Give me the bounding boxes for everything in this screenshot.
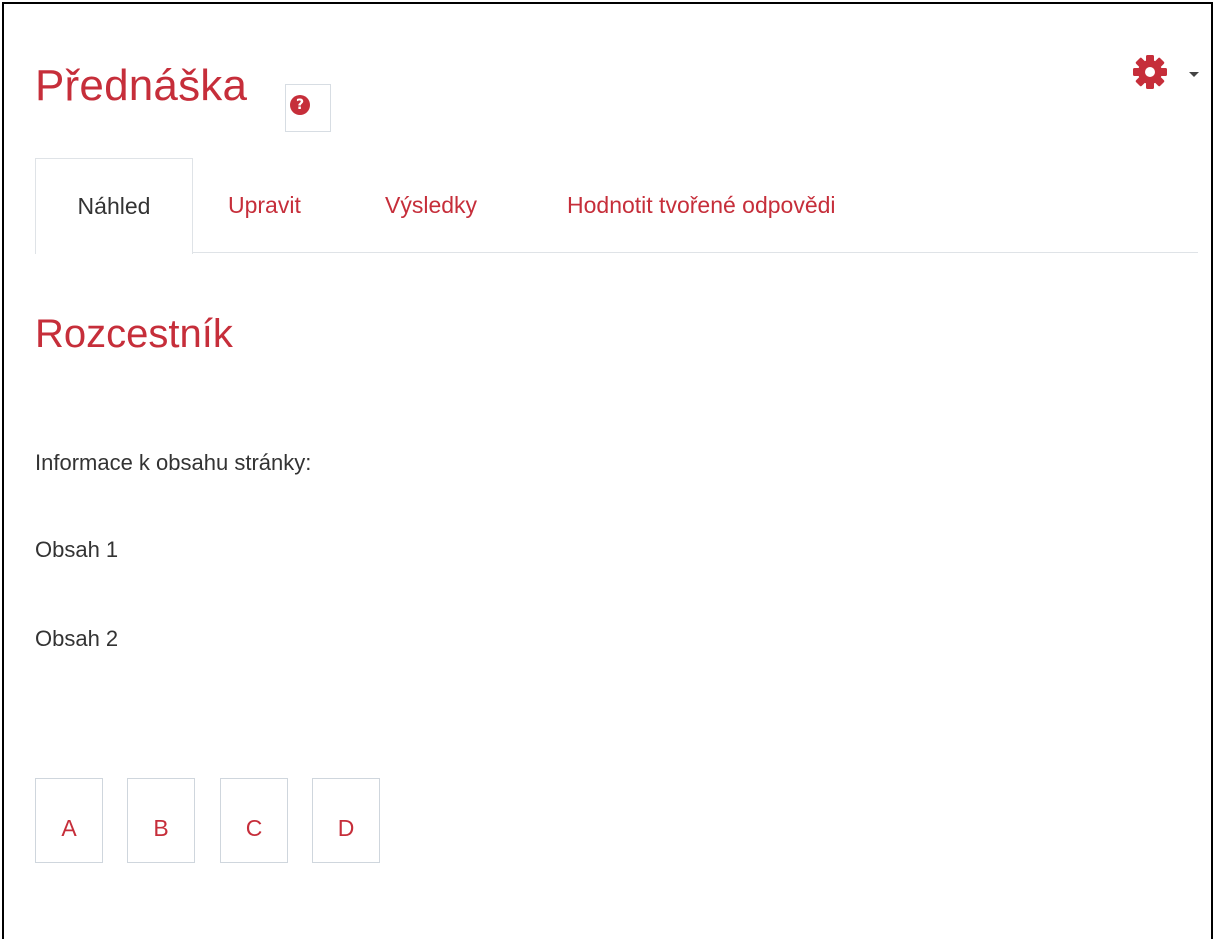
tab-hodnotit-tvorene-odpovedi[interactable]: Hodnotit tvořené odpovědi	[567, 158, 836, 253]
tab-vysledky[interactable]: Výsledky	[385, 158, 477, 253]
content-item-1: Obsah 1	[35, 537, 119, 562]
chevron-down-icon[interactable]	[1189, 72, 1199, 77]
tab-bar: Náhled Upravit Výsledky Hodnotit tvořené…	[35, 158, 1198, 255]
content-intro-text: Informace k obsahu stránky:	[35, 450, 312, 475]
branch-button-a[interactable]: A	[35, 778, 103, 863]
branch-button-d[interactable]: D	[312, 778, 380, 863]
page-title: Přednáška	[35, 61, 248, 110]
tab-nahled[interactable]: Náhled	[35, 158, 193, 254]
gear-icon	[1133, 55, 1167, 89]
section-heading: Rozcestník	[35, 312, 233, 356]
branch-button-b[interactable]: B	[127, 778, 195, 863]
content-item-2: Obsah 2	[35, 626, 119, 651]
branch-button-c[interactable]: C	[220, 778, 288, 863]
tab-upravit[interactable]: Upravit	[228, 158, 301, 253]
question-circle-icon: ?	[290, 95, 310, 115]
help-button[interactable]: ?	[285, 84, 331, 132]
settings-menu-button[interactable]	[1130, 52, 1170, 92]
